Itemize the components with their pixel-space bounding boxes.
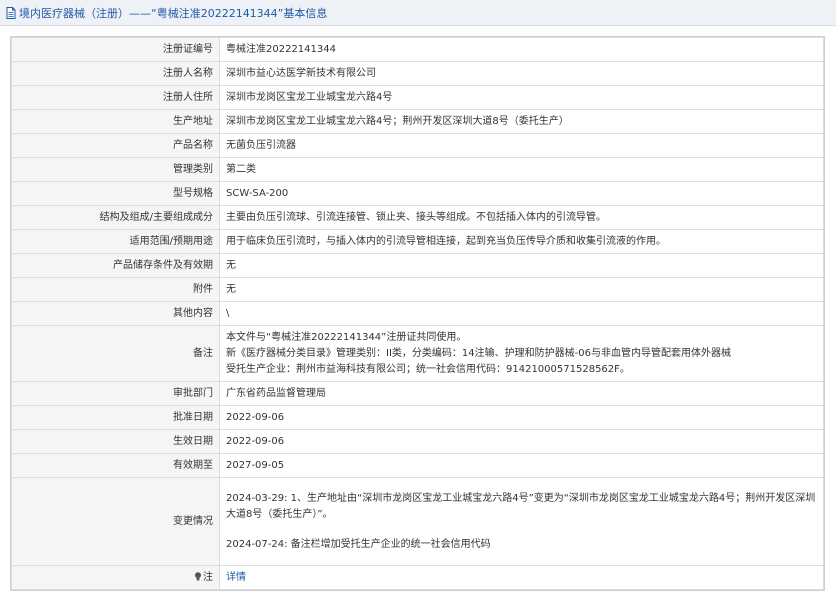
field-value: 广东省药品监督管理局: [219, 381, 824, 406]
table-row: 适用范围/预期用途 用于临床负压引流时，与插入体内的引流导管相连接，起到充当负压…: [11, 229, 824, 254]
field-label: 适用范围/预期用途: [11, 229, 220, 254]
table-row: 管理类别 第二类: [11, 157, 824, 182]
field-value: 2022-09-06: [219, 429, 824, 454]
field-label: 生效日期: [11, 429, 220, 454]
field-value: 深圳市龙岗区宝龙工业城宝龙六路4号；荆州开发区深圳大道8号（委托生产）: [219, 109, 824, 134]
table-row: 注册人住所 深圳市龙岗区宝龙工业城宝龙六路4号: [11, 85, 824, 110]
table-row: 审批部门 广东省药品监督管理局: [11, 381, 824, 406]
field-value: 2022-09-06: [219, 405, 824, 430]
lightbulb-icon: [195, 571, 201, 580]
field-label: 注册人住所: [11, 85, 220, 110]
remark-line: 本文件与“粤械注准20222141344”注册证共同使用。: [226, 331, 467, 343]
details-link[interactable]: 详情: [226, 572, 246, 583]
field-value: 无: [219, 277, 824, 302]
table-row: 结构及组成/主要组成成分 主要由负压引流球、引流连接管、锁止夹、接头等组成。不包…: [11, 205, 824, 230]
remark-row: 备注 本文件与“粤械注准20222141344”注册证共同使用。 新《医疗器械分…: [11, 325, 824, 382]
field-label: 产品名称: [11, 133, 220, 158]
page-header: 境内医疗器械（注册）——“粤械注准20222141344”基本信息: [0, 0, 836, 26]
field-value: 无菌负压引流器: [219, 133, 824, 158]
table-row: 生效日期 2022-09-06: [11, 429, 824, 454]
field-label: 生产地址: [11, 109, 220, 134]
changes-value: 2024-03-29: 1、生产地址由“深圳市龙岗区宝龙工业城宝龙六路4号”变更…: [219, 477, 824, 566]
info-table: 注册证编号 粤械注准20222141344 注册人名称 深圳市益心达医学新技术有…: [11, 37, 824, 590]
document-icon: [6, 6, 16, 19]
field-value: SCW-SA-200: [219, 181, 824, 206]
change-entry: 2024-07-24: 备注栏增加受托生产企业的统一社会信用代码: [226, 538, 491, 550]
field-label: 型号规格: [11, 181, 220, 206]
note-label: 注: [203, 571, 213, 583]
field-value: 粤械注准20222141344: [219, 37, 824, 62]
field-label: 结构及组成/主要组成成分: [11, 205, 220, 230]
field-label: 产品储存条件及有效期: [11, 253, 220, 278]
table-row: 其他内容 \: [11, 301, 824, 326]
field-value: 用于临床负压引流时，与插入体内的引流导管相连接，起到充当负压传导介质和收集引流液…: [219, 229, 824, 254]
field-value: 2027-09-05: [219, 453, 824, 478]
field-value: 无: [219, 253, 824, 278]
change-entry: 2024-03-29: 1、生产地址由“深圳市龙岗区宝龙工业城宝龙六路4号”变更…: [226, 492, 816, 520]
table-row: 有效期至 2027-09-05: [11, 453, 824, 478]
table-row: 注册人名称 深圳市益心达医学新技术有限公司: [11, 61, 824, 86]
changes-row: 变更情况 2024-03-29: 1、生产地址由“深圳市龙岗区宝龙工业城宝龙六路…: [11, 477, 824, 566]
field-value: 主要由负压引流球、引流连接管、锁止夹、接头等组成。不包括插入体内的引流导管。: [219, 205, 824, 230]
table-row: 附件 无: [11, 277, 824, 302]
field-label: 批准日期: [11, 405, 220, 430]
remark-line: 新《医疗器械分类目录》管理类别：II类，分类编码：14注输、护理和防护器械-06…: [226, 347, 731, 359]
field-label: 管理类别: [11, 157, 220, 182]
note-value: 详情: [219, 565, 824, 590]
field-value: \: [219, 301, 824, 326]
field-label: 变更情况: [11, 477, 220, 566]
note-row: 注 详情: [11, 565, 824, 590]
table-row: 批准日期 2022-09-06: [11, 405, 824, 430]
note-label-cell: 注: [11, 565, 220, 590]
table-row: 产品储存条件及有效期 无: [11, 253, 824, 278]
remark-value: 本文件与“粤械注准20222141344”注册证共同使用。 新《医疗器械分类目录…: [219, 325, 824, 382]
table-row: 型号规格 SCW-SA-200: [11, 181, 824, 206]
field-label: 附件: [11, 277, 220, 302]
field-label: 审批部门: [11, 381, 220, 406]
field-value: 深圳市益心达医学新技术有限公司: [219, 61, 824, 86]
remark-line: 受托生产企业：荆州市益海科技有限公司；统一社会信用代码：914210005715…: [226, 363, 630, 375]
field-label: 其他内容: [11, 301, 220, 326]
field-value: 深圳市龙岗区宝龙工业城宝龙六路4号: [219, 85, 824, 110]
info-table-container: 注册证编号 粤械注准20222141344 注册人名称 深圳市益心达医学新技术有…: [10, 36, 825, 591]
table-row: 产品名称 无菌负压引流器: [11, 133, 824, 158]
field-label: 有效期至: [11, 453, 220, 478]
table-row: 注册证编号 粤械注准20222141344: [11, 37, 824, 62]
table-row: 生产地址 深圳市龙岗区宝龙工业城宝龙六路4号；荆州开发区深圳大道8号（委托生产）: [11, 109, 824, 134]
field-label: 注册证编号: [11, 37, 220, 62]
field-label: 注册人名称: [11, 61, 220, 86]
page-title: 境内医疗器械（注册）——“粤械注准20222141344”基本信息: [19, 6, 328, 20]
field-value: 第二类: [219, 157, 824, 182]
field-label: 备注: [11, 325, 220, 382]
